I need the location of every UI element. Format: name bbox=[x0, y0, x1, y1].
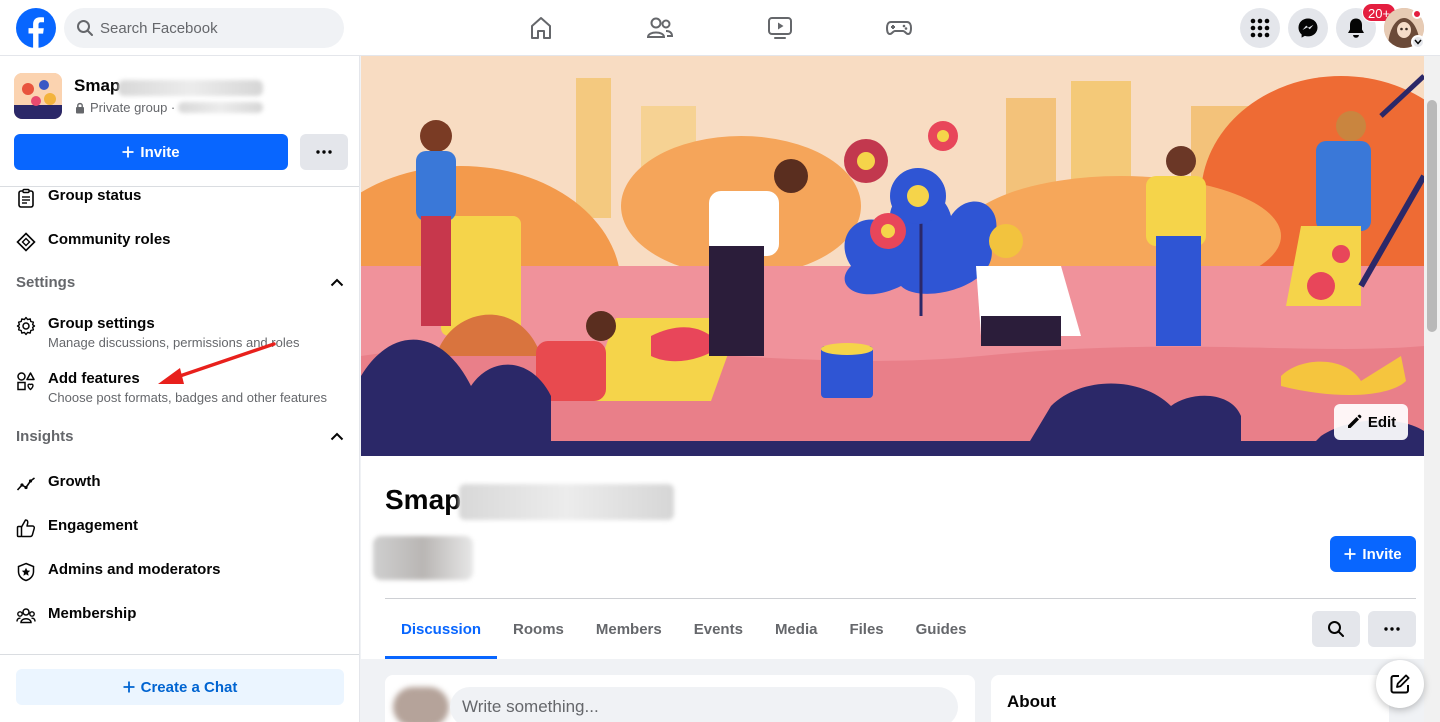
messenger-icon bbox=[1298, 18, 1318, 38]
redacted-member-count bbox=[178, 102, 263, 113]
sidebar-item-community-roles[interactable]: Community roles bbox=[16, 231, 171, 252]
redacted-member-avatars bbox=[373, 536, 473, 580]
diamond-icon bbox=[16, 232, 36, 252]
home-icon bbox=[531, 17, 551, 39]
group-name[interactable]: Smap bbox=[74, 76, 120, 96]
settings-header-label: Settings bbox=[16, 274, 76, 291]
chevron-up-icon bbox=[330, 278, 344, 287]
more-options-button[interactable] bbox=[300, 134, 348, 170]
gaming-icon bbox=[885, 21, 913, 36]
group-thumbnail[interactable] bbox=[14, 73, 62, 119]
tab-files[interactable]: Files bbox=[833, 599, 899, 659]
invite-button[interactable]: Invite bbox=[1330, 536, 1416, 572]
search-icon bbox=[1328, 621, 1344, 637]
search-icon bbox=[77, 20, 93, 36]
group-cover-photo[interactable]: Edit bbox=[361, 56, 1424, 456]
search-input[interactable] bbox=[100, 8, 330, 48]
account-chevron-down-icon[interactable] bbox=[1411, 35, 1425, 49]
tab-rooms[interactable]: Rooms bbox=[497, 599, 580, 659]
people-icon bbox=[16, 608, 36, 624]
privacy-label: Private group · bbox=[90, 100, 176, 115]
sidebar-item-membership[interactable]: Membership bbox=[16, 605, 136, 626]
shield-star-icon bbox=[17, 562, 35, 582]
more-dots-icon bbox=[316, 150, 332, 154]
about-heading: About bbox=[1007, 692, 1057, 711]
new-message-button[interactable] bbox=[1376, 660, 1424, 708]
tab-members[interactable]: Members bbox=[580, 599, 678, 659]
gear-icon bbox=[16, 316, 36, 336]
friends-icon bbox=[646, 17, 674, 38]
tab-events[interactable]: Events bbox=[678, 599, 759, 659]
clipboard-icon bbox=[18, 188, 34, 208]
group-admin-sidebar: Smap Private group · Invite Group status… bbox=[0, 56, 360, 722]
sidebar-item-label: Engagement bbox=[48, 517, 139, 534]
settings-section-header[interactable]: Settings bbox=[16, 274, 344, 291]
invite-button[interactable]: Invite bbox=[14, 134, 288, 170]
nav-watch[interactable] bbox=[724, 0, 836, 56]
composer-input[interactable] bbox=[450, 687, 958, 722]
sidebar-item-engagement[interactable]: Engagement bbox=[16, 517, 138, 538]
sidebar-item-description: Choose post formats, badges and other fe… bbox=[48, 390, 327, 405]
group-more-button[interactable] bbox=[1368, 611, 1416, 647]
insights-header-label: Insights bbox=[16, 428, 74, 445]
shapes-icon bbox=[17, 372, 35, 391]
edit-label: Edit bbox=[1367, 413, 1397, 431]
compose-icon bbox=[1390, 674, 1410, 694]
growth-icon bbox=[16, 477, 35, 491]
sidebar-item-label: Community roles bbox=[48, 231, 171, 248]
tab-media[interactable]: Media bbox=[759, 599, 834, 659]
tab-discussion[interactable]: Discussion bbox=[385, 599, 498, 659]
composer-avatar bbox=[393, 687, 449, 722]
nav-gaming[interactable] bbox=[843, 0, 955, 56]
grid-menu-icon bbox=[1250, 18, 1270, 38]
sidebar-item-group-status[interactable]: Group status bbox=[16, 187, 141, 208]
redacted-group-title bbox=[459, 484, 674, 520]
redacted-group-name bbox=[118, 80, 263, 96]
scrollbar-thumb[interactable] bbox=[1427, 100, 1437, 332]
group-header-card: Smap Invite Discussion Rooms Members Eve… bbox=[361, 456, 1424, 659]
plus-icon bbox=[123, 681, 135, 693]
chevron-up-icon bbox=[330, 432, 344, 441]
nav-home[interactable] bbox=[485, 0, 597, 56]
group-search-button[interactable] bbox=[1312, 611, 1360, 647]
create-chat-area: Create a Chat bbox=[0, 654, 359, 722]
edit-cover-button[interactable]: Edit bbox=[1334, 404, 1408, 440]
create-chat-label: Create a Chat bbox=[140, 678, 238, 696]
menu-button[interactable] bbox=[1240, 8, 1280, 48]
sidebar-item-growth[interactable]: Growth bbox=[16, 473, 101, 494]
more-dots-icon bbox=[1384, 627, 1400, 631]
group-main-content: Edit Smap Invite Discussion Rooms Member… bbox=[361, 56, 1424, 722]
search-bar[interactable] bbox=[64, 8, 344, 48]
group-privacy: Private group · bbox=[74, 100, 175, 115]
watch-icon bbox=[768, 17, 792, 39]
group-title: Smap bbox=[385, 484, 462, 515]
top-navigation-bar: 20+ bbox=[0, 0, 1440, 56]
invite-label: Invite bbox=[140, 143, 180, 161]
group-tabs: Discussion Rooms Members Events Media Fi… bbox=[385, 599, 983, 659]
bell-icon bbox=[1348, 18, 1364, 38]
sidebar-item-label: Membership bbox=[48, 605, 137, 622]
insights-section-header[interactable]: Insights bbox=[16, 428, 344, 445]
composer-card bbox=[385, 675, 975, 722]
facebook-logo-icon[interactable] bbox=[16, 8, 56, 48]
plus-icon bbox=[1344, 548, 1356, 560]
annotation-arrow-icon bbox=[158, 342, 276, 384]
lock-icon bbox=[76, 102, 84, 113]
sidebar-item-admins-and-moderators[interactable]: Admins and moderators bbox=[16, 561, 221, 582]
nav-friends[interactable] bbox=[604, 0, 716, 56]
sidebar-item-label: Growth bbox=[48, 473, 101, 490]
sidebar-item-label: Group settings bbox=[48, 315, 155, 332]
about-card: About bbox=[991, 675, 1389, 722]
sidebar-item-label: Group status bbox=[48, 187, 142, 204]
messenger-button[interactable] bbox=[1288, 8, 1328, 48]
plus-icon bbox=[122, 146, 134, 158]
invite-label: Invite bbox=[1362, 545, 1402, 563]
create-chat-button[interactable]: Create a Chat bbox=[16, 669, 344, 705]
pencil-icon bbox=[1347, 414, 1362, 428]
tab-guides[interactable]: Guides bbox=[900, 599, 983, 659]
sidebar-item-label: Admins and moderators bbox=[48, 561, 221, 578]
thumbs-up-icon bbox=[16, 519, 36, 538]
online-status-dot bbox=[1412, 9, 1422, 19]
